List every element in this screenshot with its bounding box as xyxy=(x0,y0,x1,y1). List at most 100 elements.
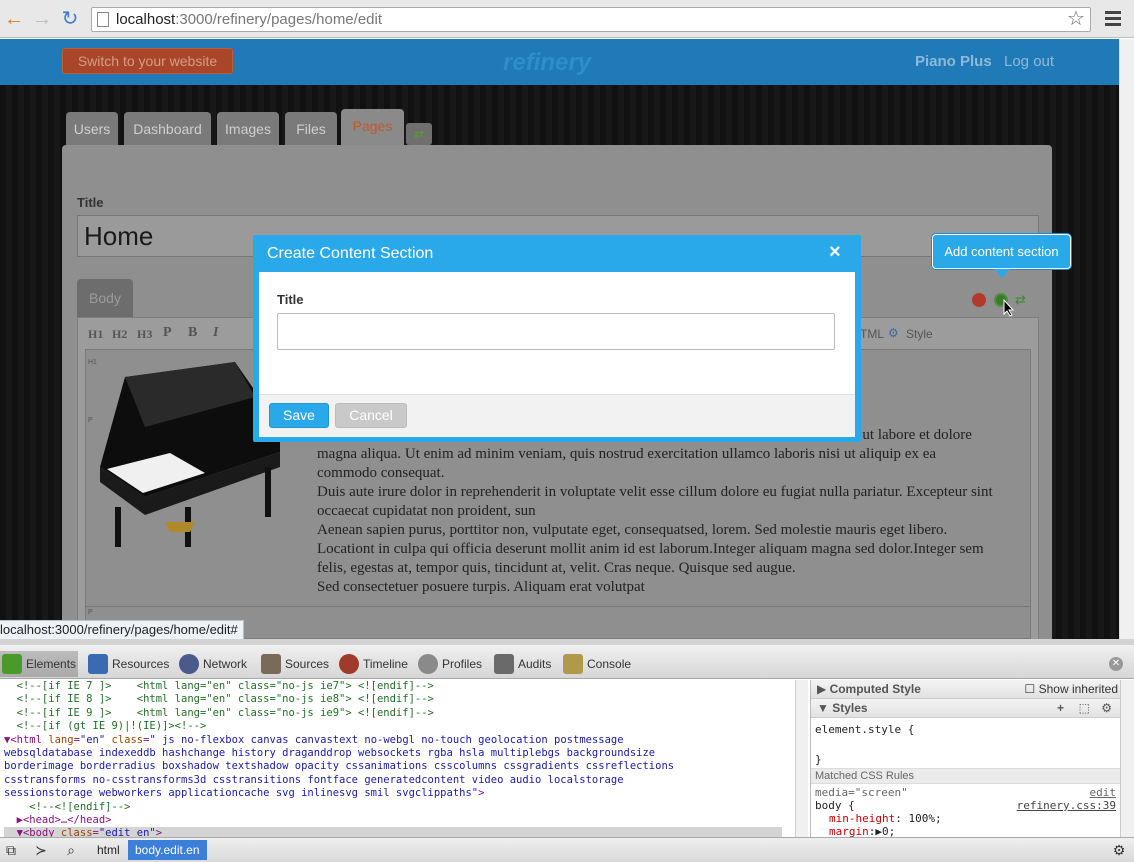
bold-button[interactable]: B xyxy=(188,325,197,341)
url-path: :3000/refinery/pages/home/edit xyxy=(175,11,383,28)
address-bar[interactable]: localhost:3000/refinery/pages/home/edit xyxy=(91,7,1091,32)
site-name-link[interactable]: Piano Plus xyxy=(915,53,992,70)
tab-dashboard[interactable]: Dashboard xyxy=(124,112,211,146)
add-section-tooltip: Add content section xyxy=(932,234,1071,269)
console-icon xyxy=(563,654,583,674)
paragraph-divider xyxy=(85,606,1031,607)
network-icon xyxy=(179,654,199,674)
tab-pages[interactable]: Pages xyxy=(341,109,404,149)
tab-files[interactable]: Files xyxy=(285,112,337,146)
close-icon[interactable]: × xyxy=(829,242,841,262)
devtools-tab-network[interactable]: Network xyxy=(177,651,247,677)
timeline-icon xyxy=(339,654,359,674)
page-scrollbar[interactable] xyxy=(1119,39,1134,639)
back-arrow-icon[interactable]: ← xyxy=(3,8,25,30)
show-inherited-label: Show inherited xyxy=(1038,682,1118,696)
section-title-label: Title xyxy=(277,292,304,307)
devtools-tab-console[interactable]: Console xyxy=(561,651,631,677)
sources-icon xyxy=(261,654,281,674)
show-inherited-checkbox[interactable]: ☐ Show inherited xyxy=(1025,680,1118,698)
devtools-tab-resources[interactable]: Resources xyxy=(86,651,169,677)
tab-users[interactable]: Users xyxy=(66,112,118,146)
css-rule: media="screen" edit body { refinery.css:… xyxy=(815,786,1117,838)
reload-icon[interactable]: ↻ xyxy=(59,8,81,30)
devtools-tab-timeline[interactable]: Timeline xyxy=(337,651,408,677)
element-style-selector: element.style { xyxy=(815,723,915,736)
content-line: occaecat cupidatat non proident, sun xyxy=(317,503,536,519)
styles-header[interactable]: ▼ Styles + ⬚ ⚙ xyxy=(811,699,1120,718)
resources-icon xyxy=(88,654,108,674)
tab-label: Network xyxy=(203,657,248,671)
close-icon[interactable]: ✕ xyxy=(1109,657,1123,671)
style-icon: ⚙ xyxy=(888,326,899,340)
browser-menu-icon[interactable] xyxy=(1103,8,1123,28)
search-icon[interactable]: ⌕ xyxy=(62,841,80,859)
tab-label: Profiles xyxy=(442,657,483,671)
rule-source-link[interactable]: refinery.css:39 xyxy=(1017,799,1116,812)
h1-button[interactable]: H1 xyxy=(88,327,103,342)
audits-icon xyxy=(494,654,514,674)
tab-label: Audits xyxy=(518,657,552,671)
profiles-icon xyxy=(418,654,438,674)
forward-arrow-icon[interactable]: → xyxy=(31,8,53,30)
italic-button[interactable]: I xyxy=(213,325,218,341)
tab-label: Resources xyxy=(112,657,170,671)
tab-body[interactable]: Body xyxy=(77,279,133,317)
tooltip-arrow xyxy=(994,269,1010,278)
h3-button[interactable]: H3 xyxy=(137,327,152,342)
tab-label: Console xyxy=(587,657,632,671)
status-bar: localhost:3000/refinery/pages/home/edit# xyxy=(0,620,244,639)
elements-icon xyxy=(2,654,22,674)
html-button[interactable]: TML xyxy=(860,327,884,341)
remove-section-icon[interactable] xyxy=(972,293,986,307)
mouse-cursor-icon xyxy=(1003,299,1015,317)
tab-label: Elements xyxy=(26,657,77,671)
save-button[interactable]: Save xyxy=(269,403,329,428)
tab-label: Timeline xyxy=(363,657,408,671)
page-viewport: Switch to your website refinery Piano Pl… xyxy=(0,39,1119,639)
style-button[interactable]: Style xyxy=(906,327,933,341)
element-state-icon[interactable]: ⬚ xyxy=(1079,699,1090,717)
content-line: Sed consectetuer posuere turpis. Aliquam… xyxy=(317,579,645,595)
gear-icon[interactable]: ⚙ xyxy=(1101,699,1112,717)
styles-label: Styles xyxy=(832,701,868,715)
settings-gear-icon[interactable]: ⚙ xyxy=(1110,841,1128,859)
styles-scrollbar[interactable] xyxy=(1120,680,1134,837)
devtools-tab-profiles[interactable]: Profiles xyxy=(416,651,482,677)
edit-link[interactable]: edit xyxy=(1090,786,1117,799)
cancel-button[interactable]: Cancel xyxy=(335,403,407,428)
element-style-block[interactable]: element.style { } xyxy=(811,718,1120,768)
tab-images[interactable]: Images xyxy=(217,112,279,146)
switch-to-website-button[interactable]: Switch to your website xyxy=(62,48,233,74)
content-line: Duis aute irure dolor in reprehenderit i… xyxy=(317,484,993,500)
dom-scrollbar[interactable] xyxy=(795,680,808,837)
devtools-tab-elements[interactable]: Elements xyxy=(0,651,78,677)
p-marker: P xyxy=(88,609,93,616)
bookmark-star-icon[interactable]: ☆ xyxy=(1067,8,1085,30)
computed-style-label: Computed Style xyxy=(829,682,921,696)
logout-link[interactable]: Log out xyxy=(1004,53,1054,70)
css-value[interactable]: 100%; xyxy=(908,812,941,825)
dom-tree[interactable]: <!--[if IE 7 ]> <html lang="en" class="n… xyxy=(0,680,795,837)
matched-rules-header: Matched CSS Rules xyxy=(811,768,1120,784)
computed-style-header[interactable]: ▶ Computed Style ☐ Show inherited xyxy=(811,680,1120,699)
breadcrumb-body[interactable]: body.edit.en xyxy=(128,840,207,860)
css-property[interactable]: min-height xyxy=(829,812,895,825)
content-line: Aenean sapien purus, porttitor non, vulp… xyxy=(317,522,948,538)
styles-sidebar: ▶ Computed Style ☐ Show inherited ▼ Styl… xyxy=(810,680,1120,838)
content-line: felis, egestas at, tempor quis, tincidun… xyxy=(317,560,796,576)
switch-tabs-icon[interactable]: ⇄ xyxy=(406,123,432,145)
paragraph-button[interactable]: P xyxy=(163,325,172,341)
devtools-tab-audits[interactable]: Audits xyxy=(492,651,551,677)
devtools-tab-sources[interactable]: Sources xyxy=(259,651,329,677)
media-query: media="screen" xyxy=(815,786,908,799)
add-rule-icon[interactable]: + xyxy=(1057,699,1064,717)
breadcrumb-html[interactable]: html xyxy=(90,840,127,860)
element-style-close: } xyxy=(815,753,822,766)
section-title-input[interactable] xyxy=(277,313,835,350)
reorder-sections-icon[interactable]: ⇄ xyxy=(1015,292,1026,308)
h2-button[interactable]: H2 xyxy=(112,327,127,342)
content-line: magna aliqua. Ut enim ad minim veniam, q… xyxy=(317,446,937,462)
dock-icon[interactable]: ⧉ xyxy=(2,841,20,859)
console-drawer-icon[interactable]: ≻ xyxy=(32,841,50,859)
